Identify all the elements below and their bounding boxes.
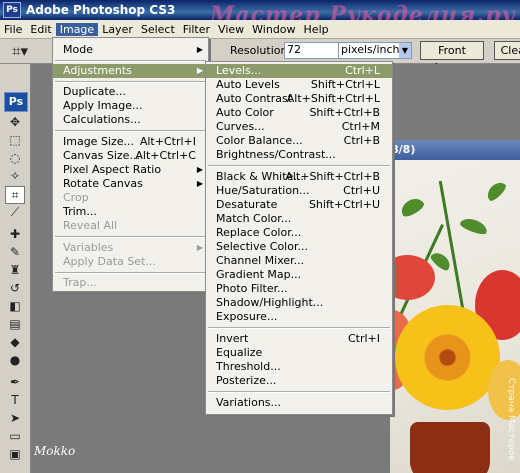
crop-tool-icon[interactable]: ⌗ bbox=[5, 186, 25, 204]
crop-tool-icon[interactable]: ⌗▾ bbox=[12, 42, 40, 60]
chevron-right-icon: ▶ bbox=[196, 66, 203, 75]
menu-item-apply-image[interactable]: Apply Image... bbox=[53, 99, 208, 113]
notes-tool-icon[interactable]: ▣ bbox=[6, 446, 24, 462]
signature: Mokko bbox=[34, 444, 76, 458]
ps-badge[interactable]: Ps bbox=[4, 92, 28, 112]
chevron-right-icon: ▶ bbox=[196, 45, 203, 54]
menu-item-gradient-map[interactable]: Gradient Map... bbox=[206, 268, 392, 282]
menu-item-calculations[interactable]: Calculations... bbox=[53, 113, 208, 127]
menu-item-crop: Crop bbox=[63, 191, 89, 204]
gradient-tool-icon[interactable]: ▤ bbox=[6, 316, 24, 332]
marquee-tool-icon[interactable]: ⬚ bbox=[6, 132, 24, 148]
menu-item-auto-contrast[interactable]: Auto Contrast Alt+Shift+Ctrl+L bbox=[206, 92, 392, 106]
blur-tool-icon[interactable]: ◆ bbox=[6, 334, 24, 350]
menu-item-trim[interactable]: Trim... bbox=[53, 205, 208, 219]
menu-item-equalize[interactable]: Equalize bbox=[206, 346, 392, 360]
menu-item-invert[interactable]: Invert Ctrl+I bbox=[206, 332, 392, 346]
menu-item-curves[interactable]: Curves... Ctrl+M bbox=[206, 120, 392, 134]
healing-brush-tool-icon[interactable]: ✚ bbox=[6, 226, 24, 242]
menu-view[interactable]: View bbox=[214, 23, 248, 36]
menu-item-threshold[interactable]: Threshold... bbox=[206, 360, 392, 374]
menu-item-rotate-canvas[interactable]: Rotate Canvas ▶ bbox=[53, 177, 208, 191]
menu-item-reveal-all: Reveal All bbox=[63, 219, 118, 232]
chevron-right-icon: ▶ bbox=[196, 165, 203, 174]
front-image-button[interactable]: Front Image bbox=[420, 41, 484, 74]
menu-image[interactable]: Image bbox=[55, 22, 99, 36]
menu-item-channel-mixer[interactable]: Channel Mixer... bbox=[206, 254, 392, 268]
menu-item-posterize[interactable]: Posterize... bbox=[206, 374, 392, 388]
resolution-input[interactable]: 72 bbox=[284, 42, 340, 59]
image-menu: Mode ▶ Adjustments ▶ Duplicate... Apply Im… bbox=[52, 37, 209, 292]
menu-file[interactable]: File bbox=[0, 23, 26, 36]
menu-layer[interactable]: Layer bbox=[98, 23, 137, 36]
eraser-tool-icon[interactable]: ◧ bbox=[6, 298, 24, 314]
chevron-right-icon: ▶ bbox=[196, 243, 203, 252]
menu-item-variations[interactable]: Variations... bbox=[206, 396, 392, 410]
menu-item-levels[interactable]: Levels... Ctrl+L bbox=[206, 64, 392, 78]
resolution-label: Resolution: bbox=[230, 44, 292, 57]
units-value: pixels/inch bbox=[341, 43, 400, 56]
shape-tool-icon[interactable]: ▭ bbox=[6, 428, 24, 444]
menu-item-color-balance[interactable]: Color Balance... Ctrl+B bbox=[206, 134, 392, 148]
menu-item-photo-filter[interactable]: Photo Filter... bbox=[206, 282, 392, 296]
menu-item-duplicate[interactable]: Duplicate... bbox=[53, 85, 208, 99]
pen-tool-icon[interactable]: ✒ bbox=[6, 374, 24, 390]
brush-tool-icon[interactable]: ✎ bbox=[6, 244, 24, 260]
menu-item-selective-color[interactable]: Selective Color... bbox=[206, 240, 392, 254]
eyedropper-tool-icon[interactable]: ⟋ bbox=[6, 204, 24, 220]
dodge-tool-icon[interactable]: ● bbox=[6, 352, 24, 368]
menu-help[interactable]: Help bbox=[300, 23, 333, 36]
menu-item-brightness-contrast[interactable]: Brightness/Contrast... bbox=[206, 148, 392, 162]
menu-item-auto-levels[interactable]: Auto Levels Shift+Ctrl+L bbox=[206, 78, 392, 92]
clear-button[interactable]: Clear bbox=[494, 41, 520, 60]
path-selection-tool-icon[interactable]: ➤ bbox=[6, 410, 24, 426]
menu-item-pixel-aspect-ratio[interactable]: Pixel Aspect Ratio ▶ bbox=[53, 163, 208, 177]
menu-filter[interactable]: Filter bbox=[179, 23, 214, 36]
menu-item-auto-color[interactable]: Auto Color Shift+Ctrl+B bbox=[206, 106, 392, 120]
magic-wand-tool-icon[interactable]: ✧ bbox=[6, 168, 24, 184]
lasso-tool-icon[interactable]: ◌ bbox=[6, 150, 24, 166]
ps-icon: Ps bbox=[3, 2, 21, 18]
move-tool-icon[interactable]: ✥ bbox=[6, 114, 24, 130]
menu-item-black-white[interactable]: Black & White... Alt+Shift+Ctrl+B bbox=[206, 170, 392, 184]
menu-item-adjustments[interactable]: Adjustments ▶ bbox=[53, 64, 208, 78]
adjustments-menu: Levels... Ctrl+L Auto Levels Shift+Ctrl+L … bbox=[205, 61, 393, 415]
menu-item-trap: Trap... bbox=[63, 276, 97, 289]
stamp-tool-icon[interactable]: ♜ bbox=[6, 262, 24, 278]
document-title: 8/8) bbox=[391, 143, 416, 156]
menu-edit[interactable]: Edit bbox=[26, 23, 55, 36]
chevron-down-icon: ▼ bbox=[399, 43, 411, 58]
menu-item-mode[interactable]: Mode ▶ bbox=[53, 43, 208, 57]
menu-item-apply-data-set: Apply Data Set... bbox=[63, 255, 156, 268]
app-title: Adobe Photoshop CS3 bbox=[26, 3, 176, 17]
history-brush-tool-icon[interactable]: ↺ bbox=[6, 280, 24, 296]
units-select[interactable]: pixels/inch ▼ bbox=[338, 42, 412, 59]
site-stamp: Страна Мастеров bbox=[506, 378, 516, 461]
menu-item-exposure[interactable]: Exposure... bbox=[206, 310, 392, 324]
menu-item-desaturate[interactable]: Desaturate Shift+Ctrl+U bbox=[206, 198, 392, 212]
menu-item-canvas-size[interactable]: Canvas Size... Alt+Ctrl+C bbox=[53, 149, 208, 163]
chevron-right-icon: ▶ bbox=[196, 179, 203, 188]
toolbox: Ps ✥ ⬚ ◌ ✧ ⌗ ⟋ ✚ ✎ ♜ ↺ ◧ ▤ ◆ ● ✒ T ➤ ▭ ▣ bbox=[0, 64, 31, 473]
menu-item-variables: Variables ▶ bbox=[63, 241, 203, 254]
menu-item-shadow-highlight[interactable]: Shadow/Highlight... bbox=[206, 296, 392, 310]
menu-item-image-size[interactable]: Image Size... Alt+Ctrl+I bbox=[53, 135, 208, 149]
menu-item-replace-color[interactable]: Replace Color... bbox=[206, 226, 392, 240]
type-tool-icon[interactable]: T bbox=[6, 392, 24, 408]
menu-window[interactable]: Window bbox=[248, 23, 299, 36]
menu-item-match-color[interactable]: Match Color... bbox=[206, 212, 392, 226]
menu-select[interactable]: Select bbox=[137, 23, 179, 36]
menu-item-hue-saturation[interactable]: Hue/Saturation... Ctrl+U bbox=[206, 184, 392, 198]
